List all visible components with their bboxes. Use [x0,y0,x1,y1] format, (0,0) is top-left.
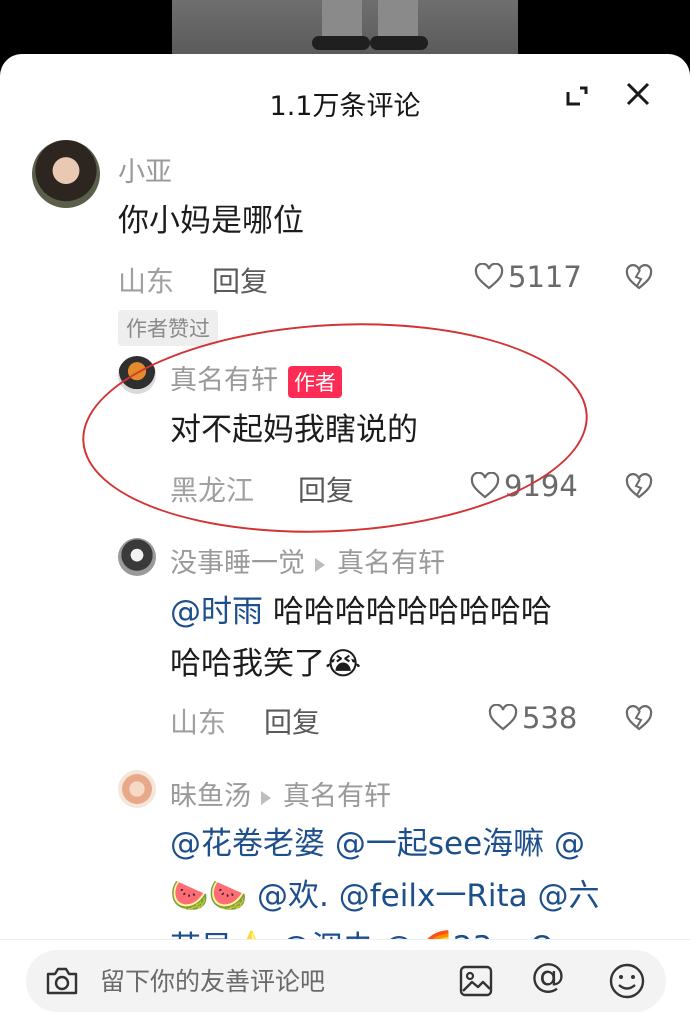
comment-input-bar: @ [0,939,690,1014]
heart-icon [474,263,504,290]
comments-sheet: 1.1万条评论 小亚 你小妈是哪位 山东 回复 5117 作者赞过 真名有轩 作者… [0,54,690,1014]
video-thumbnail[interactable] [172,0,518,56]
reply-location: 山东 [170,706,227,739]
reply-text-line: 🍉🍉 @欢. @feilx一Rita @六 [170,870,670,922]
reply-username-text: 真名有轩 [170,365,278,396]
comment-text: 你小妈是哪位 [118,203,304,239]
author-liked-tag: 作者赞过 [118,310,218,346]
at-icon[interactable]: @ [531,956,565,996]
reply-text-segment: 哈哈哈哈哈哈哈哈哈 [272,594,552,630]
reply-text-line[interactable]: @花卷老婆 @一起see海嘛 @ [170,818,670,870]
reply-to-username: 真名有轩 [337,548,445,579]
like-count: 538 [522,701,578,735]
reply-text-clip: @花卷老婆 @一起see海嘛 @ 🍉🍉 @欢. @feilx一Rita @六 芸… [170,818,670,939]
comment-username[interactable]: 小亚 [118,150,172,189]
emoji-icon[interactable] [608,962,646,1000]
reply-text-line[interactable]: 芸早⭐ @泅虫 @🌈23eyO [170,922,670,939]
reply-location: 黑龙江 [170,474,255,507]
reply-arrow-icon [261,790,271,805]
mention-link[interactable]: @时雨 [170,594,263,630]
video-figure-shoe [370,36,428,50]
close-icon[interactable] [622,78,654,110]
reply-username[interactable]: 真名有轩 作者 [170,358,342,398]
avatar[interactable] [118,356,156,394]
reply-username-text: 昧鱼汤 [170,781,251,812]
like-count: 9194 [504,469,578,503]
reply-text: 对不起妈我瞎说的 [170,412,418,448]
avatar[interactable] [32,140,100,208]
like-count: 5117 [508,260,582,294]
reply-button[interactable]: 回复 [212,260,268,300]
comment-location: 山东 [118,265,175,298]
dislike-icon[interactable] [624,262,654,292]
reply-text-line: @时雨 哈哈哈哈哈哈哈哈哈 [170,586,670,638]
heart-icon [470,472,500,499]
author-badge: 作者 [288,365,342,398]
comment-input[interactable] [100,964,400,998]
reply-text-line: 哈哈我笑了😭 [170,638,670,690]
reply-button[interactable]: 回复 [298,469,354,509]
avatar[interactable] [118,538,156,576]
reply-arrow-icon [315,557,325,572]
video-figure-shoe [312,36,370,50]
dislike-icon[interactable] [624,471,654,501]
reply-text-segment: 哈哈我笑了 [170,646,325,682]
avatar[interactable] [118,770,156,808]
image-icon[interactable] [458,963,494,999]
crying-emoji: 😭 [325,646,362,682]
reply-button[interactable]: 回复 [264,701,320,741]
reply-username[interactable]: 没事睡一觉 真名有轩 [170,541,445,580]
reply-to-username: 真名有轩 [283,781,391,812]
like-button[interactable]: 538 [488,701,577,735]
dislike-icon[interactable] [624,703,654,733]
like-button[interactable]: 5117 [474,260,582,294]
reply-text: @时雨 哈哈哈哈哈哈哈哈哈 哈哈我笑了😭 [170,586,670,690]
heart-icon [488,704,518,731]
reply-username-text: 没事睡一觉 [170,548,305,579]
like-button[interactable]: 9194 [470,469,578,503]
expand-icon[interactable] [560,80,592,112]
watermelon-emoji: 🍉🍉 [170,878,248,914]
mention-link[interactable]: @欢. @feilx一Rita @六 [247,878,599,914]
comment-input-pill[interactable]: @ [26,950,666,1012]
reply-username[interactable]: 昧鱼汤 真名有轩 [170,774,391,813]
camera-icon[interactable] [44,964,80,998]
